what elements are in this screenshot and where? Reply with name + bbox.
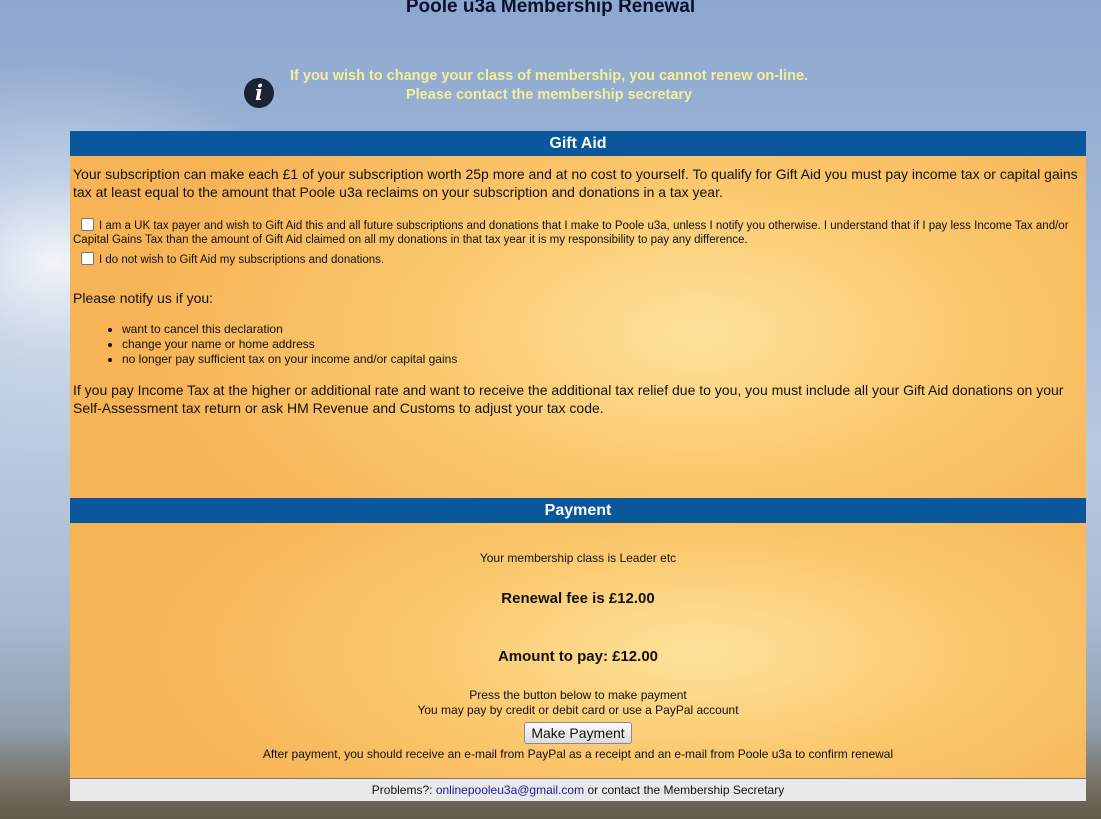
after-payment-text: After payment, you should receive an e-m… <box>262 747 894 761</box>
payment-header: Payment <box>70 498 1086 523</box>
instruction-line-1: Press the button below to make payment <box>469 688 687 702</box>
list-item: want to cancel this declaration <box>122 322 1086 337</box>
gift-aid-no-label: I do not wish to Gift Aid my subscriptio… <box>99 254 385 266</box>
gift-aid-yes-checkbox[interactable] <box>81 218 94 231</box>
amount-to-pay: Amount to pay: £12.00 <box>497 648 659 665</box>
higher-rate-text: If you pay Income Tax at the higher or a… <box>73 382 1064 416</box>
renewal-fee: Renewal fee is £12.00 <box>501 590 655 607</box>
payment-instructions: Press the button below to make payment Y… <box>70 688 1086 718</box>
info-icon: i <box>244 78 274 108</box>
footer: Problems?: onlinepooleu3a@gmail.com or c… <box>70 779 1086 801</box>
membership-class: Your membership class is Leader etc <box>479 551 677 565</box>
gift-aid-no-option: I do not wish to Gift Aid my subscriptio… <box>70 252 1086 267</box>
payment-panel: Payment Your membership class is Leader … <box>70 498 1086 778</box>
gift-aid-yes-label: I am a UK tax payer and wish to Gift Aid… <box>73 220 1069 246</box>
payment-body: Your membership class is Leader etc Rene… <box>70 523 1086 761</box>
membership-change-notice: i If you wish to change your class of me… <box>244 64 808 108</box>
gift-aid-panel: Gift Aid Your subscription can make each… <box>70 131 1086 498</box>
gift-aid-intro: Your subscription can make each £1 of yo… <box>73 166 1078 200</box>
notice-line-2: Please contact the membership secretary <box>405 87 693 103</box>
support-email-link[interactable]: onlinepooleu3a@gmail.com <box>436 783 584 797</box>
list-item: no longer pay sufficient tax on your inc… <box>122 352 1086 367</box>
gift-aid-header: Gift Aid <box>70 131 1086 156</box>
notify-heading: Please notify us if you: <box>73 290 214 306</box>
notice-text: If you wish to change your class of memb… <box>290 67 808 105</box>
list-item: change your name or home address <box>122 337 1086 352</box>
make-payment-button[interactable]: Make Payment <box>524 722 632 744</box>
notify-list: want to cancel this declaration change y… <box>70 322 1086 367</box>
footer-prefix: Problems?: <box>371 783 436 797</box>
instruction-line-2: You may pay by credit or debit card or u… <box>417 703 739 717</box>
page-title: Poole u3a Membership Renewal <box>405 0 696 17</box>
gift-aid-no-checkbox[interactable] <box>81 252 94 265</box>
footer-suffix: or contact the Membership Secretary <box>584 783 785 797</box>
notice-line-1: If you wish to change your class of memb… <box>290 68 809 84</box>
gift-aid-yes-option: I am a UK tax payer and wish to Gift Aid… <box>70 218 1086 247</box>
